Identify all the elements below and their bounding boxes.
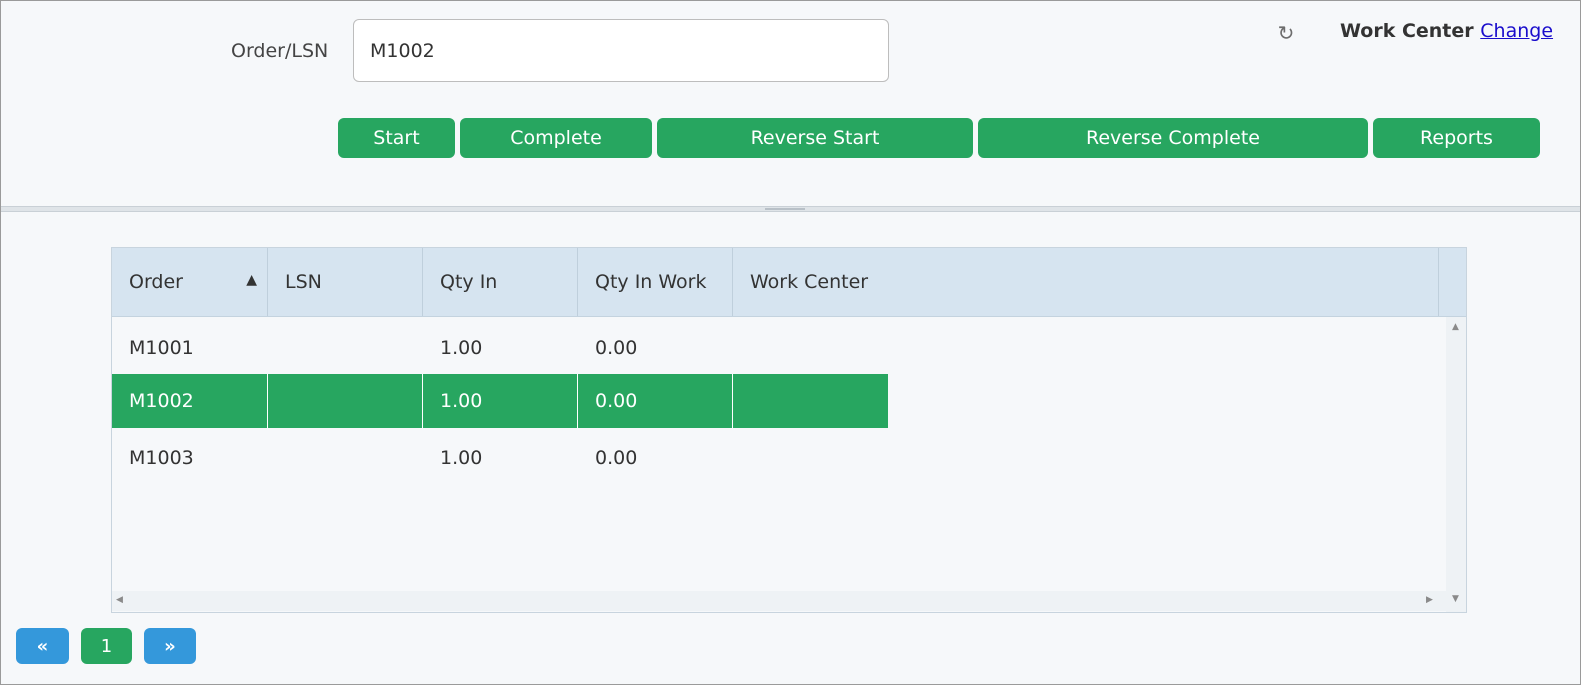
scroll-right-icon[interactable]: ▶ (1426, 596, 1433, 605)
sort-asc-icon: ▲ (246, 272, 257, 288)
column-header-label: Order (129, 271, 183, 293)
column-header-qty-in[interactable]: Qty In (423, 248, 578, 316)
column-header-work-center[interactable]: Work Center (733, 248, 888, 316)
cell-qty-in-work: 0.00 (595, 447, 638, 469)
grid-header: Order ▲ LSN Qty In Qty In Work Work Cent… (112, 248, 1466, 317)
column-header-label: Work Center (750, 271, 869, 293)
cell-work-center (733, 431, 888, 485)
cell-qty-in-work: 0.00 (578, 374, 733, 428)
table-row[interactable]: M1001 1.00 0.00 (112, 321, 888, 375)
column-header-label: Qty In (440, 271, 498, 293)
column-header-lsn[interactable]: LSN (268, 248, 423, 316)
panel-splitter[interactable] (1, 206, 1580, 212)
horizontal-scrollbar[interactable]: ◀ ▶ (112, 591, 1446, 611)
double-chevron-left-icon: « (36, 635, 49, 657)
order-lsn-label: Order/LSN (231, 40, 329, 62)
start-button[interactable]: Start (338, 118, 455, 158)
vertical-scrollbar[interactable]: ▲ ▼ (1446, 317, 1466, 612)
scroll-down-icon[interactable]: ▼ (1452, 595, 1459, 604)
reverse-start-button[interactable]: Reverse Start (657, 118, 973, 158)
refresh-icon[interactable]: ↻ (1275, 22, 1297, 44)
cell-lsn (268, 321, 423, 375)
previous-page-button[interactable]: « (16, 628, 69, 664)
cell-work-center (733, 374, 888, 428)
table-row-selected[interactable]: M1002 1.00 0.00 (112, 374, 888, 428)
orders-grid: Order ▲ LSN Qty In Qty In Work Work Cent… (111, 247, 1467, 613)
work-center-label: Work Center (1340, 20, 1474, 42)
cell-order: M1002 (112, 374, 268, 428)
cell-qty-in-work: 0.00 (595, 337, 638, 359)
cell-qty-in: 1.00 (423, 374, 578, 428)
order-lsn-input[interactable] (353, 19, 889, 82)
cell-order: M1001 (129, 337, 194, 359)
scroll-up-icon[interactable]: ▲ (1452, 323, 1459, 332)
column-header-label: Qty In Work (595, 271, 707, 293)
column-header-qty-in-work[interactable]: Qty In Work (578, 248, 733, 316)
reports-button[interactable]: Reports (1373, 118, 1540, 158)
splitter-grip[interactable] (765, 208, 805, 210)
column-header-order[interactable]: Order ▲ (112, 248, 268, 316)
scroll-left-icon[interactable]: ◀ (116, 596, 123, 605)
column-header-spacer (1438, 248, 1466, 316)
cell-lsn (268, 374, 423, 428)
page-number-button[interactable]: 1 (81, 628, 132, 664)
cell-work-center (733, 321, 888, 375)
double-chevron-right-icon: » (164, 635, 176, 657)
cell-lsn (268, 431, 423, 485)
next-page-button[interactable]: » (144, 628, 196, 664)
cell-qty-in: 1.00 (440, 337, 483, 359)
change-work-center-link[interactable]: Change (1480, 20, 1553, 42)
table-row[interactable]: M1003 1.00 0.00 (112, 431, 888, 485)
complete-button[interactable]: Complete (460, 118, 652, 158)
cell-qty-in: 1.00 (440, 447, 483, 469)
reverse-complete-button[interactable]: Reverse Complete (978, 118, 1368, 158)
cell-order: M1003 (129, 447, 194, 469)
column-header-label: LSN (285, 271, 322, 293)
work-center-header: Work Center Change (1340, 20, 1553, 42)
